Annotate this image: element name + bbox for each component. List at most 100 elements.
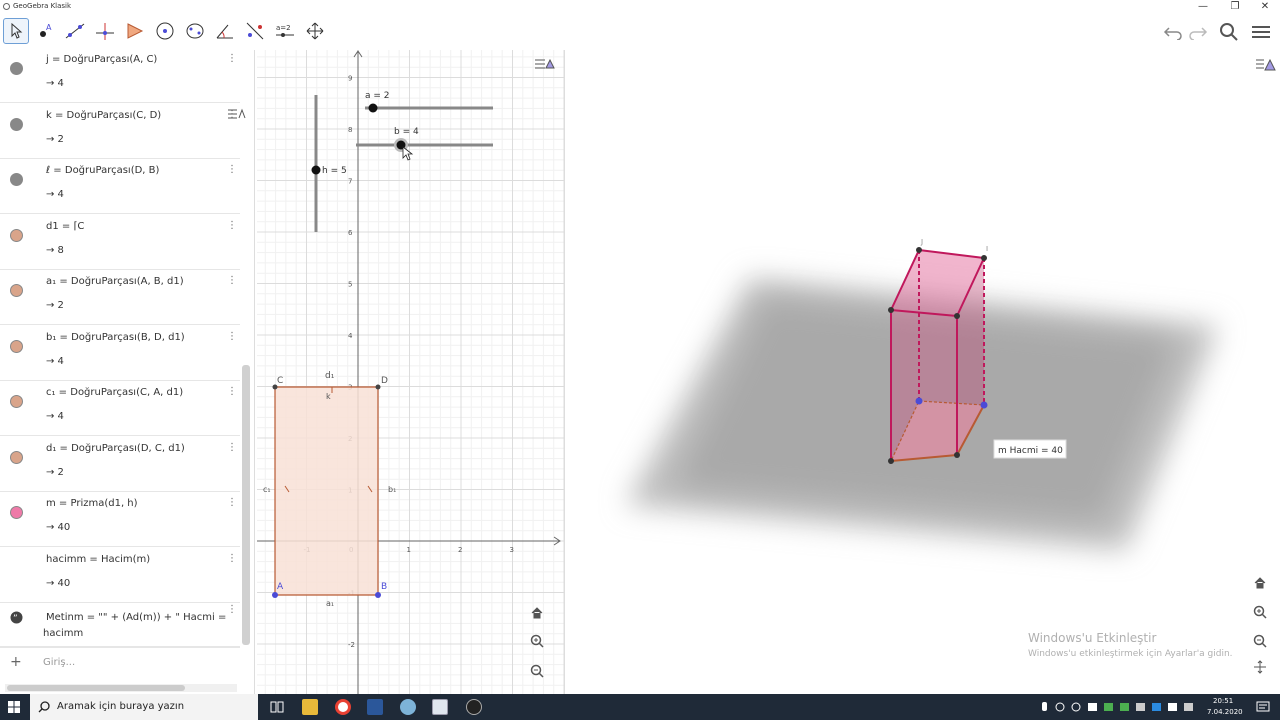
algebra-definition[interactable]: m = Prizma(d1, h) (46, 498, 138, 509)
move-tool-button[interactable] (3, 18, 29, 44)
geogebra-taskbar-icon[interactable] (432, 699, 448, 715)
graphics-2d-canvas[interactable]: -10123 987654321-1-2 C D A B d₁ k a₁ b₁ … (257, 50, 565, 694)
app-icon[interactable] (400, 699, 416, 715)
row-menu-icon[interactable]: ⋮ (227, 53, 237, 64)
visibility-toggle-icon[interactable] (10, 173, 23, 186)
algebra-row-text[interactable]: ” Metinm = "" + (Ad(m)) + " Hacmi = haci… (0, 597, 240, 647)
word-icon[interactable] (367, 699, 383, 715)
row-menu-icon[interactable]: ⋮ (227, 442, 237, 453)
task-view-icon[interactable] (270, 701, 284, 713)
reflect-tool-button[interactable] (242, 18, 268, 44)
algebra-row[interactable]: b₁ = DoğruParçası(B, D, d1) → 4 ⋮ (0, 326, 240, 381)
vertex-top-3[interactable] (888, 307, 894, 313)
graphics-3d-canvas[interactable]: J I m Hacmi = 40 (566, 50, 1280, 694)
restore-button[interactable]: ❐ (1220, 0, 1250, 13)
algebra-row[interactable]: d₁ = DoğruParçası(D, C, d1) → 2 ⋮ (0, 437, 240, 492)
algebra-row[interactable]: hacimm = Hacim(m) → 40 ⋮ (0, 548, 240, 603)
vertex-top-2[interactable] (981, 255, 987, 261)
zoom-out-3d-button[interactable] (1249, 630, 1271, 652)
algebra-row[interactable]: m = Prizma(d1, h) → 40 ⋮ (0, 492, 240, 547)
algebra-definition[interactable]: j = DoğruParçası(A, C) (46, 54, 157, 65)
graphics-view-2d[interactable]: -10123 987654321-1-2 C D A B d₁ k a₁ b₁ … (257, 50, 565, 694)
search-button[interactable] (1216, 20, 1242, 44)
undo-button[interactable] (1160, 20, 1186, 44)
vertex-base-b[interactable] (954, 452, 960, 458)
zoom-out-button[interactable] (526, 660, 548, 682)
move-view-tool-button[interactable] (302, 18, 328, 44)
point-a[interactable] (272, 592, 278, 598)
algebra-text-definition[interactable]: Metinm = "" + (Ad(m)) + " Hacmi = (46, 612, 226, 623)
system-tray-icons[interactable] (1040, 701, 1200, 713)
close-button[interactable]: ✕ (1250, 0, 1280, 13)
algebra-input-field[interactable]: Giriş... (43, 657, 75, 668)
chrome-icon[interactable] (335, 699, 351, 715)
visibility-toggle-icon[interactable] (10, 117, 23, 131)
slider-a-handle[interactable] (368, 103, 378, 113)
tray-time[interactable]: 20:51 (1213, 697, 1233, 705)
algebra-row[interactable]: j = DoğruParçası(A, C) → 4 ⋮ (0, 50, 240, 103)
point-tool-button[interactable]: A (32, 18, 58, 44)
algebra-style-bar-icon[interactable] (225, 104, 249, 124)
polygon-tool-button[interactable] (122, 18, 148, 44)
algebra-row[interactable]: a₁ = DoğruParçası(A, B, d1) → 2 ⋮ (0, 270, 240, 325)
point-d[interactable] (375, 384, 381, 390)
zoom-in-3d-button[interactable] (1249, 601, 1271, 623)
vertex-top-1[interactable] (916, 247, 922, 253)
perpendicular-tool-button[interactable] (92, 18, 118, 44)
algebra-definition[interactable]: d1 = ⌈C (46, 221, 84, 232)
row-menu-icon[interactable]: ⋮ (227, 331, 237, 342)
algebra-definition[interactable]: c₁ = DoğruParçası(C, A, d1) (46, 387, 183, 398)
vertex-top-4[interactable] (954, 313, 960, 319)
algebra-definition[interactable]: b₁ = DoğruParçası(B, D, d1) (46, 332, 185, 343)
algebra-definition[interactable]: a₁ = DoğruParçası(A, B, d1) (46, 276, 184, 287)
row-menu-icon[interactable]: ⋮ (227, 275, 237, 286)
row-menu-icon[interactable]: ⋮ (227, 386, 237, 397)
standard-view-3d-button[interactable] (1249, 572, 1271, 594)
point-b[interactable] (375, 592, 381, 598)
visibility-toggle-icon[interactable] (10, 450, 23, 464)
visibility-toggle-icon[interactable] (10, 228, 23, 242)
file-explorer-icon[interactable] (302, 699, 318, 715)
redo-button[interactable] (1185, 20, 1211, 44)
minimize-button[interactable]: — (1188, 0, 1218, 13)
graphics-view-3d[interactable]: J I m Hacmi = 40 (566, 50, 1280, 694)
slider-h-handle[interactable] (311, 165, 321, 175)
algebra-row[interactable]: d1 = ⌈C → 8 ⋮ (0, 215, 240, 270)
windows-start-icon[interactable] (8, 701, 20, 713)
main-menu-button[interactable] (1248, 20, 1274, 44)
circle-tool-button[interactable] (152, 18, 178, 44)
row-menu-icon[interactable]: ⋮ (227, 553, 237, 564)
visibility-toggle-icon[interactable] (10, 284, 23, 297)
row-menu-icon[interactable]: ⋮ (227, 604, 237, 615)
algebra-definition[interactable]: ℓ = DoğruParçası(D, B) (46, 165, 159, 176)
algebra-definition[interactable]: hacimm = Hacim(m) (46, 554, 150, 565)
notifications-icon[interactable] (1256, 701, 1270, 713)
fullscreen-3d-button[interactable] (1249, 656, 1271, 678)
algebra-row[interactable]: ℓ = DoğruParçası(D, B) → 4 ⋮ (0, 159, 240, 214)
row-menu-icon[interactable]: ⋮ (227, 497, 237, 508)
visibility-toggle-icon[interactable] (10, 395, 23, 408)
polygon-d1[interactable] (274, 386, 379, 596)
algebra-input-row[interactable]: + Giriş... (0, 647, 240, 677)
visibility-toggle-icon[interactable] (10, 339, 23, 353)
row-menu-icon[interactable]: ⋮ (227, 220, 237, 231)
tray-date[interactable]: 7.04.2020 (1207, 708, 1243, 716)
vertex-base-a[interactable] (888, 458, 894, 464)
zoom-in-button[interactable] (526, 630, 548, 652)
algebra-row[interactable]: c₁ = DoğruParçası(C, A, d1) → 4 ⋮ (0, 381, 240, 436)
graphics-style-bar-icon[interactable] (533, 56, 557, 74)
visibility-toggle-icon[interactable] (10, 506, 23, 519)
plus-icon[interactable]: + (10, 654, 22, 670)
algebra-horizontal-scrollbar[interactable] (5, 684, 237, 692)
vertex-base-c[interactable] (915, 397, 923, 405)
algebra-definition[interactable]: d₁ = DoğruParçası(D, C, d1) (46, 443, 185, 454)
volume-label[interactable]: m Hacmi = 40 (998, 446, 1063, 456)
standard-view-button[interactable] (526, 602, 548, 624)
line-tool-button[interactable] (62, 18, 88, 44)
visibility-toggle-icon[interactable] (10, 62, 23, 75)
graphics3d-style-bar-icon[interactable] (1254, 56, 1276, 74)
algebra-vertical-scrollbar[interactable] (242, 365, 250, 645)
algebra-definition[interactable]: k = DoğruParçası(C, D) (46, 110, 161, 121)
angle-tool-button[interactable] (212, 18, 238, 44)
ellipse-tool-button[interactable] (182, 18, 208, 44)
